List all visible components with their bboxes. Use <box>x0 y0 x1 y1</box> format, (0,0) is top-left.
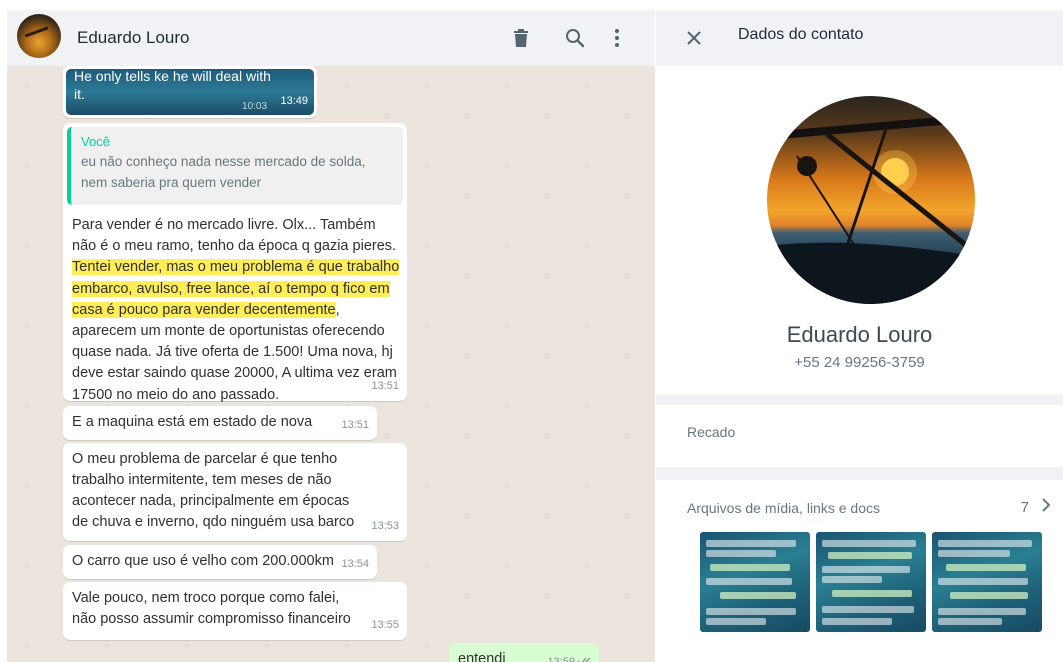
outgoing-message-bubble[interactable]: entendi 13:59 <box>449 643 599 662</box>
quoted-author: Você <box>81 134 110 149</box>
contact-info-header: Dados do contato <box>656 10 1063 66</box>
chat-header: Eduardo Louro <box>7 10 655 66</box>
about-label: Recado <box>687 424 736 440</box>
message-text-part: Para vender é no mercado livre. Olx... T… <box>72 217 397 255</box>
message-text: O carro que uso é velho com 200.000km <box>72 553 334 569</box>
profile-phone: +55 24 99256-3759 <box>794 354 925 371</box>
quoted-text: eu não conheço nada nesse mercado de sol… <box>81 154 366 190</box>
message-timestamp: 13:59 <box>547 656 575 662</box>
media-thumbnail[interactable] <box>816 532 926 632</box>
message-timestamp: 13:51 <box>341 419 369 431</box>
message-timestamp: 13:54 <box>341 558 369 570</box>
trash-icon[interactable] <box>507 24 535 52</box>
contact-info-title: Dados do contato <box>738 26 864 43</box>
image-inner-timestamp: 10:03 <box>242 101 268 112</box>
chat-contact-name[interactable]: Eduardo Louro <box>77 28 189 48</box>
message-timestamp: 13:53 <box>371 520 399 532</box>
media-section: Arquivos de mídia, links e docs 7 <box>656 480 1063 662</box>
quoted-message[interactable]: Você eu não conheço nada nesse mercado d… <box>67 127 403 205</box>
double-check-icon <box>577 652 593 662</box>
message-bubble[interactable]: O meu problema de parcelar é que tenho t… <box>63 443 407 541</box>
chat-panel: Eduardo Louro He only tells ke he will d… <box>7 10 655 662</box>
highlighted-text: Tentei vender, mas o meu problema é que … <box>72 259 400 318</box>
media-thumbnail[interactable] <box>700 532 810 632</box>
profile-photo[interactable] <box>767 96 975 304</box>
message-text: Vale pouco, nem troco porque como falei,… <box>72 590 351 627</box>
message-image[interactable]: He only tells ke he will deal with it. 1… <box>66 69 314 115</box>
search-icon[interactable] <box>561 24 589 52</box>
message-bubble[interactable]: E a maquina está em estado de nova 13:51 <box>63 406 377 440</box>
message-bubble[interactable]: O carro que uso é velho com 200.000km 13… <box>63 545 377 579</box>
reply-message-bubble[interactable]: Você eu não conheço nada nesse mercado d… <box>63 123 407 403</box>
message-text: Para vender é no mercado livre. Olx... T… <box>72 215 402 406</box>
message-timestamp: 13:49 <box>280 95 308 107</box>
chevron-right-icon[interactable] <box>1041 496 1051 519</box>
message-bubble[interactable]: Vale pouco, nem troco porque como falei,… <box>63 582 407 640</box>
message-text: O meu problema de parcelar é que tenho t… <box>72 451 355 530</box>
message-text: E a maquina está em estado de nova <box>72 414 313 430</box>
close-icon[interactable] <box>680 24 708 52</box>
profile-name: Eduardo Louro <box>786 322 933 347</box>
media-label[interactable]: Arquivos de mídia, links e docs <box>687 500 880 516</box>
media-count[interactable]: 7 <box>1021 499 1029 516</box>
message-timestamp: 13:51 <box>371 380 399 392</box>
image-message-bubble[interactable]: He only tells ke he will deal with it. 1… <box>63 66 317 118</box>
profile-card: Eduardo Louro +55 24 99256-3759 <box>656 66 1063 394</box>
contact-info-panel: Dados do contato Eduardo Louro +55 24 99… <box>656 10 1063 662</box>
media-thumbnail[interactable] <box>932 532 1042 632</box>
contact-avatar[interactable] <box>17 14 61 58</box>
message-timestamp: 13:55 <box>371 619 399 631</box>
more-vertical-icon[interactable] <box>603 24 631 52</box>
about-section: Recado <box>656 405 1063 467</box>
